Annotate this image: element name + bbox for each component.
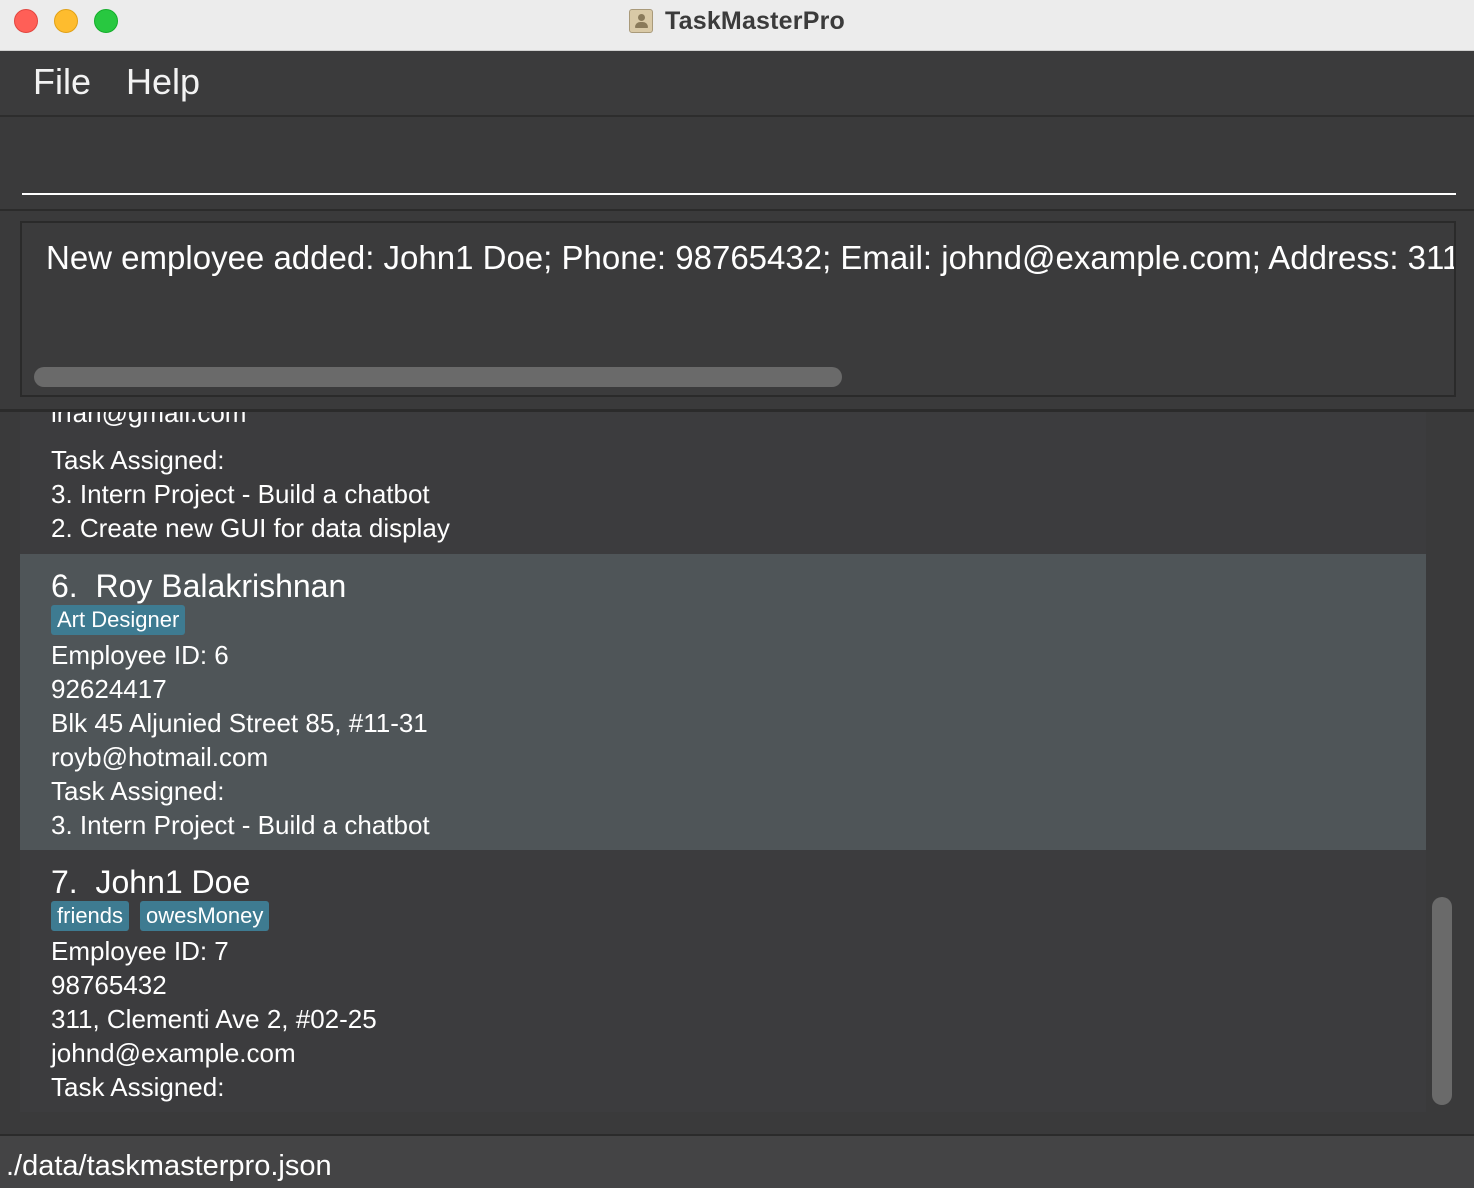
result-box[interactable]: New employee added: John1 Doe; Phone: 98… [20, 221, 1456, 397]
employee-card[interactable]: irfan@gmail.com Task Assigned: 3. Intern… [20, 412, 1426, 554]
tag-badge: friends [51, 901, 130, 931]
menu-help[interactable]: Help [126, 61, 200, 103]
employee-email: irfan@gmail.com [51, 412, 247, 428]
menu-file[interactable]: File [33, 61, 91, 103]
employee-id: Employee ID: 6 [51, 640, 229, 670]
employee-id: Employee ID: 7 [51, 936, 229, 966]
task-assigned-label: Task Assigned: [51, 1072, 225, 1102]
employee-address: 311, Clementi Ave 2, #02-25 [51, 1004, 377, 1034]
employee-email: johnd@example.com [51, 1038, 296, 1068]
vertical-scrollbar[interactable] [1432, 897, 1452, 1105]
result-message: New employee added: John1 Doe; Phone: 98… [46, 239, 1454, 276]
task-assigned-label: Task Assigned: [51, 445, 225, 475]
employee-name: Roy Balakrishnan [95, 568, 347, 604]
employee-name: John1 Doe [95, 864, 251, 900]
horizontal-scrollbar[interactable] [34, 367, 842, 387]
tag-badge: Art Designer [51, 605, 186, 635]
menu-bar: File Help [0, 51, 1474, 117]
status-bar: ./data/taskmasterpro.json [0, 1134, 1474, 1188]
employee-phone: 92624417 [51, 674, 167, 704]
result-display: New employee added: John1 Doe; Phone: 98… [0, 211, 1474, 412]
app-icon [629, 9, 653, 33]
title-wrap: TaskMasterPro [0, 0, 1474, 42]
command-input[interactable] [22, 131, 1456, 195]
employee-card-selected[interactable]: 6. Roy Balakrishnan Art Designer Employe… [20, 554, 1426, 850]
task-item: 2. Create new GUI for data display [51, 513, 450, 543]
window-title: TaskMasterPro [665, 6, 845, 35]
employee-name-line: 7. John1 Doe [51, 864, 250, 901]
task-item: 3. Intern Project - Build a chatbot [51, 810, 430, 840]
title-bar: TaskMasterPro [0, 0, 1474, 51]
employee-card[interactable]: 7. John1 Doe friends owesMoney Employee … [20, 850, 1426, 1112]
employee-list: irfan@gmail.com Task Assigned: 3. Intern… [0, 412, 1474, 1132]
employee-email: royb@hotmail.com [51, 742, 269, 772]
employee-phone: 98765432 [51, 970, 167, 1000]
task-item: 3. Intern Project - Build a chatbot [51, 479, 430, 509]
employee-index: 6. [51, 568, 78, 604]
tag-badge: owesMoney [140, 901, 270, 931]
employee-address: Blk 45 Aljunied Street 85, #11-31 [51, 708, 428, 738]
command-box [0, 117, 1474, 211]
employee-name-line: 6. Roy Balakrishnan [51, 568, 346, 605]
data-file-path: ./data/taskmasterpro.json [6, 1150, 332, 1182]
employee-index: 7. [51, 864, 78, 900]
task-assigned-label: Task Assigned: [51, 776, 225, 806]
